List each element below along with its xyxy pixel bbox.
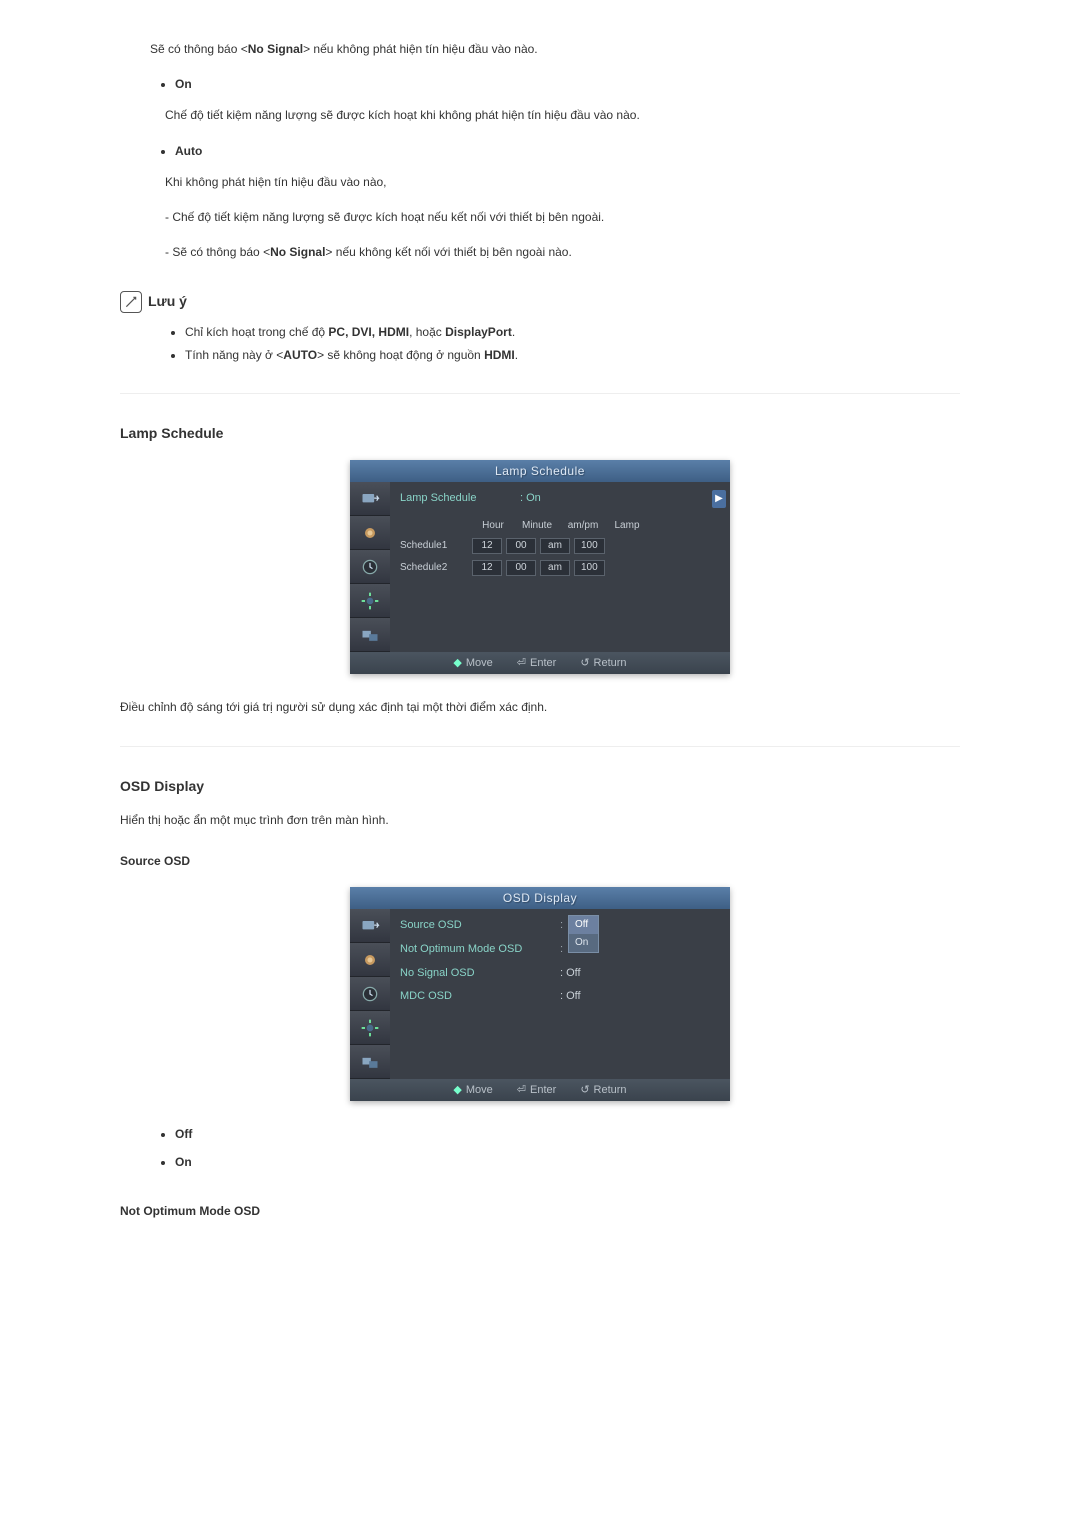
no-signal-intro: Sẽ có thông báo <No Signal> nếu không ph… [150,40,960,59]
osd-footer: ◆Move ⏎Enter ↺Return [350,1079,730,1101]
lamp-schedule-value: : On [520,490,541,508]
schedule1-minute[interactable]: 00 [506,538,536,554]
no-signal-bold: No Signal [270,245,325,259]
on-label: On [175,1155,192,1169]
osd-display-panel: OSD Display Source OSD: Off On [350,887,730,1101]
schedule2-ampm[interactable]: am [540,560,570,576]
lamp-desc: Điều chỉnh độ sáng tới giá trị người sử … [120,698,960,717]
hdr-hour: Hour [472,518,514,534]
text-bold: HDMI [484,348,515,362]
divider [120,746,960,747]
osd-header: Lamp Schedule [350,460,730,482]
tab-multi-icon[interactable] [350,618,390,652]
tab-setup-icon[interactable] [350,1011,390,1045]
value: : Off [560,965,581,983]
text: > nếu không kết nối với thiết bị bên ngo… [325,245,571,259]
text: > nếu không phát hiện tín hiệu đầu vào n… [303,42,538,56]
schedule1-ampm[interactable]: am [540,538,570,554]
text: . [512,325,515,339]
schedule1-label: Schedule1 [400,538,468,554]
footer-return: ↺Return [580,1082,626,1100]
osd-tabs [350,482,390,652]
footer-move: ◆Move [453,1082,492,1100]
note-item-2: Tính năng này ở <AUTO> sẽ không hoạt độn… [185,346,960,365]
schedule2-minute[interactable]: 00 [506,560,536,576]
label: Not Optimum Mode OSD [400,941,560,959]
option-on[interactable]: On [569,934,598,952]
schedule1-lamp[interactable]: 100 [574,538,605,554]
text: Tính năng này ở < [185,348,283,362]
footer-enter: ⏎Enter [517,655,557,673]
row-mdc-osd[interactable]: MDC OSD : Off [400,988,720,1006]
tab-setup-icon[interactable] [350,584,390,618]
text-bold: PC, DVI, HDMI [328,325,409,339]
no-signal-bold: No Signal [248,42,303,56]
tab-input-icon[interactable] [350,909,390,943]
auto-line3: - Sẽ có thông báo <No Signal> nếu không … [165,243,960,262]
osd-display-desc: Hiển thị hoặc ẩn một mục trình đơn trên … [120,811,960,830]
footer-move: ◆Move [453,655,492,673]
tab-time-icon[interactable] [350,977,390,1011]
lamp-headers: Hour Minute am/pm Lamp [472,518,720,534]
tab-time-icon[interactable] [350,550,390,584]
off-label: Off [175,1127,192,1141]
source-osd-dropdown[interactable]: Off On [568,915,599,953]
osd-tabs [350,909,390,1079]
tab-multi-icon[interactable] [350,1045,390,1079]
bullet-auto: Auto [175,142,960,161]
note-icon [120,291,142,313]
on-desc: Chế độ tiết kiệm năng lượng sẽ được kích… [165,106,960,125]
not-optimum-title: Not Optimum Mode OSD [120,1202,960,1221]
text: Chỉ kích hoạt trong chế độ [185,325,328,339]
text-bold: AUTO [283,348,317,362]
row-source-osd[interactable]: Source OSD: Off On [400,917,720,935]
tab-input-icon[interactable] [350,482,390,516]
row-no-signal[interactable]: No Signal OSD : Off [400,965,720,983]
auto-label: Auto [175,144,202,158]
text-bold: DisplayPort [445,325,512,339]
hdr-ampm: am/pm [560,518,606,534]
tab-picture-icon[interactable] [350,516,390,550]
schedule2-row: Schedule2 12 00 am 100 [400,560,720,576]
source-osd-off: Off [175,1125,960,1144]
auto-line2: - Chế độ tiết kiệm năng lượng sẽ được kí… [165,208,960,227]
text: > sẽ không hoạt động ở nguồn [317,348,484,362]
schedule1-hour[interactable]: 12 [472,538,502,554]
osd-footer: ◆Move ⏎Enter ↺Return [350,652,730,674]
text: , hoặc [409,325,445,339]
hdr-minute: Minute [514,518,560,534]
schedule2-hour[interactable]: 12 [472,560,502,576]
option-off[interactable]: Off [569,916,598,934]
label: MDC OSD [400,988,560,1006]
source-osd-on: On [175,1153,960,1172]
on-label: On [175,77,192,91]
schedule1-row: Schedule1 12 00 am 100 [400,538,720,554]
text: - Sẽ có thông báo < [165,245,270,259]
auto-line1: Khi không phát hiện tín hiệu đầu vào nào… [165,173,960,192]
footer-return: ↺Return [580,655,626,673]
schedule2-lamp[interactable]: 100 [574,560,605,576]
footer-enter: ⏎Enter [517,1082,557,1100]
label: Source OSD [400,917,560,935]
osd-header: OSD Display [350,887,730,909]
note-header: Lưu ý [120,290,960,312]
row-not-optimum[interactable]: Not Optimum Mode OSD: [400,941,720,959]
note-item-1: Chỉ kích hoạt trong chế độ PC, DVI, HDMI… [185,323,960,342]
lamp-schedule-osd: Lamp Schedule ▶ Lamp Schedule : On Hour … [350,460,730,674]
text: . [515,348,518,362]
note-label: Lưu ý [148,290,187,312]
label: No Signal OSD [400,965,560,983]
text: Sẽ có thông báo < [150,42,248,56]
hdr-lamp: Lamp [606,518,648,534]
schedule2-label: Schedule2 [400,560,468,576]
lamp-schedule-title: Lamp Schedule [120,422,960,444]
lamp-schedule-label: Lamp Schedule [400,490,510,508]
divider [120,393,960,394]
osd-display-title: OSD Display [120,775,960,797]
value: : Off [560,988,581,1006]
bullet-on: On [175,75,960,94]
source-osd-title: Source OSD [120,852,960,871]
tab-picture-icon[interactable] [350,943,390,977]
